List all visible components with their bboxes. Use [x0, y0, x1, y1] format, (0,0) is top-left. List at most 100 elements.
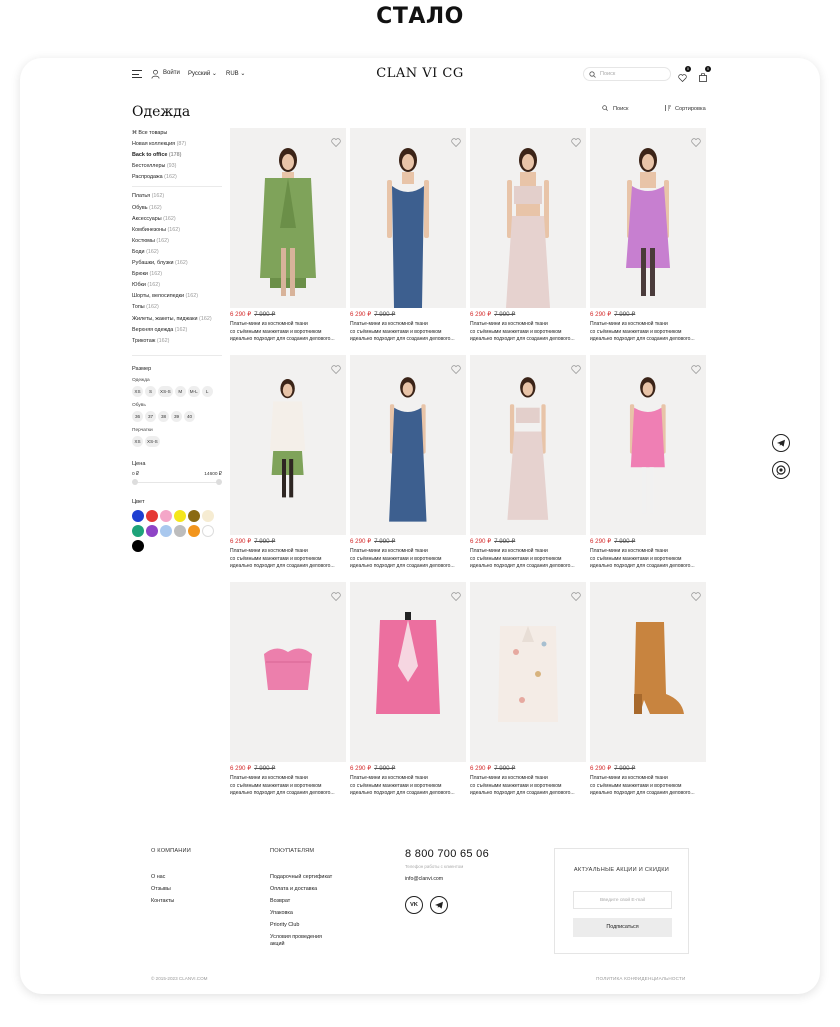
sidebar-link[interactable]: Бестселлеры (93)	[132, 161, 222, 172]
product-card[interactable]: 6 290 ₽7 990 ₽ Платье-мини из костюмной т…	[230, 355, 346, 582]
sidebar-link[interactable]: Распродажа (162)	[132, 172, 222, 183]
product-card[interactable]: 6 290 ₽7 990 ₽ Платье-мини из костюмной т…	[590, 582, 706, 809]
favorite-heart-icon[interactable]	[691, 361, 701, 379]
color-swatch[interactable]	[146, 509, 158, 522]
color-swatch[interactable]	[202, 509, 214, 522]
size-chip[interactable]: 38	[158, 410, 169, 422]
color-swatch[interactable]	[160, 524, 172, 537]
product-card[interactable]: 6 290 ₽7 990 ₽ Платье-мини из костюмной т…	[590, 355, 706, 582]
category-item[interactable]: Обувь (162)	[132, 203, 222, 214]
size-chip[interactable]: XS	[132, 385, 143, 397]
sidebar-link[interactable]: Новая коллекция (87)	[132, 139, 222, 150]
footer-link[interactable]: Возврат	[270, 895, 332, 907]
product-description[interactable]: Платье-мини из костюмной ткани со съёмным…	[230, 548, 346, 571]
size-chip[interactable]: XS-S	[158, 385, 173, 397]
product-image[interactable]	[590, 582, 706, 762]
category-item[interactable]: Платья (162)	[132, 191, 222, 202]
telegram-float-button[interactable]	[772, 434, 790, 452]
color-swatch[interactable]	[160, 509, 172, 522]
favorite-heart-icon[interactable]	[331, 588, 341, 606]
color-swatch[interactable]	[174, 509, 186, 522]
size-chip[interactable]: XS-S	[145, 435, 160, 447]
size-chip[interactable]: L	[201, 385, 213, 397]
product-image[interactable]	[230, 582, 346, 762]
footer-link[interactable]: Priority Club	[270, 919, 332, 931]
size-chip[interactable]: 37	[145, 410, 156, 422]
product-description[interactable]: Платье-мини из костюмной ткани со съёмным…	[470, 548, 586, 571]
favorite-heart-icon[interactable]	[331, 134, 341, 152]
product-card[interactable]: 6 290 ₽7 990 ₽ Платье-мини из костюмной т…	[230, 582, 346, 809]
product-card[interactable]: 6 290 ₽7 990 ₽ Платье-мини из костюмной т…	[470, 582, 586, 809]
favorite-heart-icon[interactable]	[691, 588, 701, 606]
product-description[interactable]: Платье-мини из костюмной ткани со съёмным…	[590, 548, 706, 571]
favorite-heart-icon[interactable]	[451, 361, 461, 379]
vk-button[interactable]: VK	[405, 896, 423, 914]
product-description[interactable]: Платье-мини из костюмной ткани со съёмным…	[590, 321, 706, 344]
footer-link[interactable]: Контакты	[151, 895, 191, 907]
color-swatch[interactable]	[188, 524, 200, 537]
footer-link[interactable]: Отзывы	[151, 883, 191, 895]
category-item[interactable]: Юбки (162)	[132, 280, 222, 291]
privacy-policy-link[interactable]: ПОЛИТИКА КОНФИДЕНЦИАЛЬНОСТИ	[596, 976, 686, 981]
size-chip[interactable]: M-L	[187, 385, 200, 397]
size-chip[interactable]: S	[145, 385, 156, 397]
product-card[interactable]: 6 290 ₽7 990 ₽ Платье-мини из костюмной т…	[470, 128, 586, 355]
product-card[interactable]: 6 290 ₽7 990 ₽ Платье-мини из костюмной т…	[230, 128, 346, 355]
favorite-heart-icon[interactable]	[571, 588, 581, 606]
product-image[interactable]	[230, 355, 346, 535]
product-card[interactable]: 6 290 ₽7 990 ₽ Платье-мини из костюмной т…	[350, 128, 466, 355]
size-chip[interactable]: M	[174, 385, 186, 397]
newsletter-email-input[interactable]: Введите свой E-mail	[573, 891, 672, 909]
category-item[interactable]: Боди (162)	[132, 247, 222, 258]
header-search[interactable]: Поиск	[583, 67, 671, 81]
product-description[interactable]: Платье-мини из костюмной ткани со съёмным…	[230, 321, 346, 344]
footer-link[interactable]: О нас	[151, 871, 191, 883]
color-swatch[interactable]	[132, 539, 144, 552]
price-slider-min-handle[interactable]	[132, 478, 138, 485]
product-card[interactable]: 6 290 ₽7 990 ₽ Платье-мини из костюмной т…	[470, 355, 586, 582]
product-image[interactable]	[470, 355, 586, 535]
whatsapp-float-button[interactable]	[772, 461, 790, 479]
product-description[interactable]: Платье-мини из костюмной ткани со съёмным…	[470, 775, 586, 798]
favorite-heart-icon[interactable]	[691, 134, 701, 152]
category-item[interactable]: Костюмы (162)	[132, 236, 222, 247]
category-item[interactable]: Брюки (162)	[132, 269, 222, 280]
footer-link[interactable]: Упаковка	[270, 907, 332, 919]
favorite-heart-icon[interactable]	[451, 588, 461, 606]
color-swatch[interactable]	[188, 509, 200, 522]
sidebar-link[interactable]: ⌘ Все товары	[132, 128, 222, 139]
color-swatch[interactable]	[202, 524, 214, 537]
size-chip[interactable]: XS	[132, 435, 143, 447]
size-chip[interactable]: 39	[171, 410, 182, 422]
footer-email[interactable]: info@clanvi.com	[405, 876, 443, 882]
size-chip[interactable]: 40	[184, 410, 195, 422]
subscribe-button[interactable]: Подписаться	[573, 918, 672, 937]
cart-button[interactable]: 0	[699, 66, 711, 87]
color-swatch[interactable]	[146, 524, 158, 537]
favorite-heart-icon[interactable]	[451, 134, 461, 152]
product-image[interactable]	[590, 355, 706, 535]
category-item[interactable]: Трикотаж (162)	[132, 336, 222, 347]
sort-button[interactable]: Сортировка	[664, 105, 706, 112]
sidebar-link[interactable]: Back to office (178)	[132, 150, 222, 161]
footer-phone[interactable]: 8 800 700 65 06	[405, 848, 489, 860]
price-slider[interactable]	[132, 478, 222, 485]
price-slider-max-handle[interactable]	[216, 478, 222, 485]
category-item[interactable]: Жилеты, жакеты, пиджаки (162)	[132, 314, 222, 325]
product-image[interactable]	[230, 128, 346, 308]
product-image[interactable]	[470, 582, 586, 762]
size-chip[interactable]: 36	[132, 410, 143, 422]
color-swatch[interactable]	[132, 509, 144, 522]
product-image[interactable]	[470, 128, 586, 308]
product-card[interactable]: 6 290 ₽7 990 ₽ Платье-мини из костюмной т…	[590, 128, 706, 355]
product-description[interactable]: Платье-мини из костюмной ткани со съёмным…	[350, 548, 466, 571]
catalog-search-button[interactable]: Поиск	[602, 105, 629, 112]
color-swatch[interactable]	[132, 524, 144, 537]
category-item[interactable]: Топы (162)	[132, 302, 222, 313]
category-item[interactable]: Шорты, велосипедки (162)	[132, 291, 222, 302]
category-item[interactable]: Верхняя одежда (162)	[132, 325, 222, 336]
category-item[interactable]: Рубашки, блузки (162)	[132, 258, 222, 269]
favorite-heart-icon[interactable]	[571, 361, 581, 379]
product-description[interactable]: Платье-мини из костюмной ткани со съёмным…	[590, 775, 706, 798]
footer-link[interactable]: Оплата и доставка	[270, 883, 332, 895]
